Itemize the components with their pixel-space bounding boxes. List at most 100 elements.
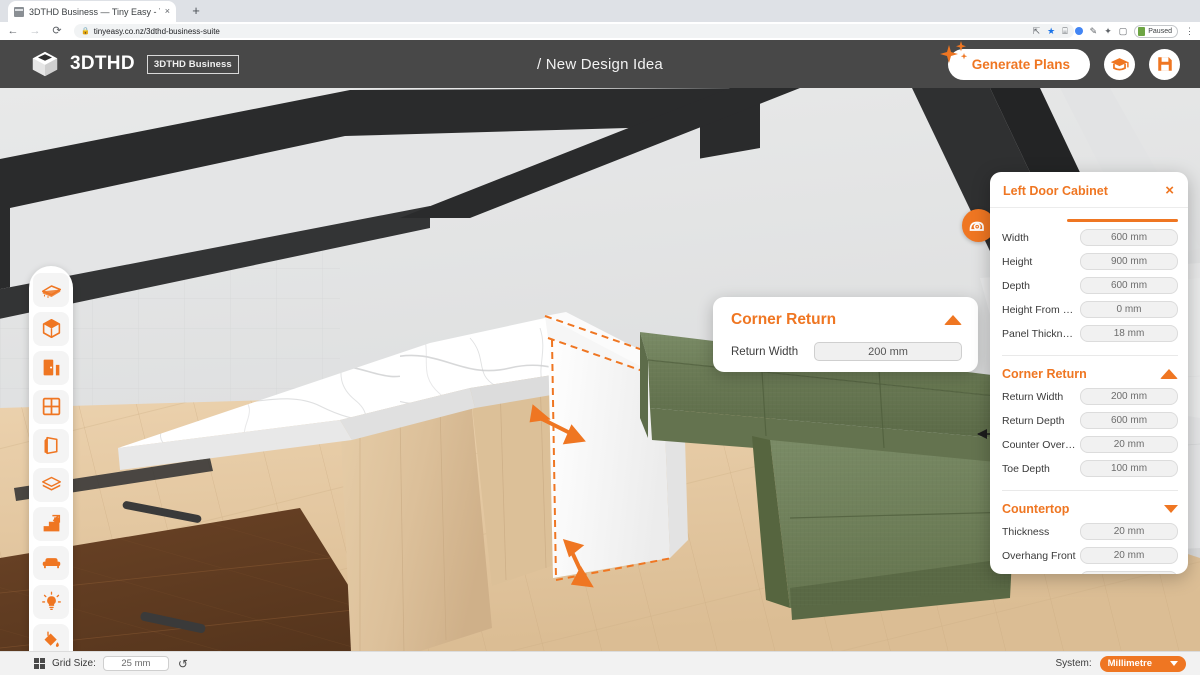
brand-name: 3DTHD	[70, 53, 135, 74]
section-expand-icon[interactable]	[1164, 505, 1178, 513]
clipped-active-row	[1002, 210, 1178, 222]
property-input-height[interactable]	[1080, 253, 1178, 270]
brand-badge: 3DTHD Business	[146, 54, 239, 74]
close-icon[interactable]: ×	[1164, 183, 1175, 198]
property-input-toe-depth[interactable]	[1080, 460, 1178, 477]
property-input-thickness[interactable]	[1080, 523, 1178, 540]
door-tool-button[interactable]	[33, 350, 69, 385]
sync-status-icon[interactable]	[1074, 27, 1083, 35]
learn-button[interactable]	[1104, 48, 1135, 80]
system-label: System:	[1055, 658, 1092, 669]
browser-menu-icon[interactable]: ⋮	[1185, 26, 1194, 36]
forward-icon[interactable]: →	[28, 24, 42, 38]
reload-icon[interactable]: ⟳	[50, 24, 64, 38]
property-row: Counter Overhang	[1002, 436, 1178, 453]
property-label: Thickness	[1002, 525, 1050, 538]
status-bar: Grid Size: ↺ System: Millimetre	[0, 651, 1200, 675]
property-label: Overhang Front	[1002, 549, 1076, 562]
lighting-tool-button[interactable]	[33, 584, 69, 619]
room-icon	[42, 318, 60, 339]
paint-tool-button[interactable]	[33, 623, 69, 651]
pencil-icon[interactable]: ✎	[1090, 26, 1098, 36]
unit-system-select[interactable]: Millimetre	[1099, 655, 1186, 672]
section-title: Corner Return	[1002, 367, 1087, 381]
property-label: Counter Overhang	[1002, 438, 1076, 451]
save-button[interactable]	[1149, 48, 1180, 80]
tape-measure-icon	[969, 221, 984, 231]
furniture-tool-button[interactable]	[33, 545, 69, 580]
address-bar[interactable]: 🔒 tinyeasy.co.nz/3dthd-business-suite	[74, 24, 1074, 38]
section-collapse-icon[interactable]	[1160, 369, 1178, 379]
close-tab-icon[interactable]: ×	[165, 7, 170, 16]
side-panel-icon[interactable]: ▢	[1119, 26, 1128, 36]
property-input-overhang-front[interactable]	[1080, 547, 1178, 564]
app-header: 3DTHD 3DTHD Business / New Design Idea G…	[0, 40, 1200, 88]
property-row: Height	[1002, 253, 1178, 270]
property-input-overhang-back[interactable]	[1080, 571, 1178, 574]
grid-size-label: Grid Size:	[52, 658, 96, 669]
property-input-depth[interactable]	[1080, 277, 1178, 294]
tab-title: 3DTHD Business — Tiny Easy - T	[29, 6, 160, 17]
property-row: Panel Thickness	[1002, 325, 1178, 342]
browser-tab[interactable]: 3DTHD Business — Tiny Easy - T ×	[8, 1, 176, 22]
property-row: Overhang Back	[1002, 571, 1178, 574]
property-label: Depth	[1002, 279, 1031, 292]
property-label: Height	[1002, 255, 1033, 268]
share-icon[interactable]: ⇱	[1033, 26, 1041, 36]
capture-icon[interactable]: ⌸	[1062, 26, 1067, 36]
property-input-width[interactable]	[1080, 229, 1178, 246]
property-input-counter-overhang[interactable]	[1080, 436, 1178, 453]
window-icon	[42, 397, 60, 416]
browser-actions: ⇱ ★ ⌸ ✎ ✦ ▢ Paused ⋮	[1033, 22, 1196, 40]
reset-grid-icon[interactable]: ↺	[176, 658, 190, 670]
sparkle-icon	[939, 40, 967, 63]
save-floppy-icon	[1157, 57, 1172, 71]
property-label: Height From Gro...	[1002, 303, 1076, 316]
properties-panel-header: Left Door Cabinet ×	[990, 172, 1188, 208]
section-title: Countertop	[1002, 502, 1070, 516]
wall-icon	[44, 436, 58, 455]
paused-indicator-icon	[1138, 26, 1146, 36]
property-label: Width	[1002, 231, 1029, 244]
lightbulb-icon	[41, 591, 61, 610]
property-row: Return Width	[1002, 388, 1178, 405]
property-input-return-width[interactable]	[1080, 388, 1178, 405]
property-label: Return Width	[1002, 390, 1064, 403]
app-root: 3DTHD Business — Tiny Easy - T × + ← → ⟳…	[0, 0, 1200, 675]
graduation-cap-icon	[1110, 57, 1129, 71]
tab-strip: 3DTHD Business — Tiny Easy - T × +	[0, 0, 1200, 22]
callout-header: Corner Return	[731, 311, 962, 329]
lock-icon: 🔒	[81, 27, 90, 35]
property-input-panel-thickness[interactable]	[1080, 325, 1178, 342]
countertop-group: Thickness Overhang Front Overhang Back O…	[1002, 523, 1178, 574]
properties-panel: Left Door Cabinet × Width Height Depth	[990, 172, 1188, 574]
surface-tool-button[interactable]	[33, 467, 69, 502]
callout-return-width-row: Return Width	[731, 342, 962, 361]
stairs-icon	[43, 514, 60, 532]
callout-title: Corner Return	[731, 311, 837, 328]
properties-panel-body[interactable]: Width Height Depth Height From Gro... Pa…	[990, 208, 1188, 574]
new-tab-button[interactable]: +	[188, 4, 204, 18]
stairs-tool-button[interactable]	[33, 506, 69, 541]
generate-plans-label: Generate Plans	[971, 56, 1070, 72]
window-tool-button[interactable]	[33, 389, 69, 424]
floor-tool-button[interactable]	[33, 272, 69, 307]
room-tool-button[interactable]	[33, 311, 69, 346]
property-input-return-depth[interactable]	[1080, 412, 1178, 429]
extensions-icon[interactable]: ✦	[1104, 26, 1112, 36]
wall-tool-button[interactable]	[33, 428, 69, 463]
tab-favicon-icon	[14, 6, 24, 17]
property-row: Depth	[1002, 277, 1178, 294]
section-header-countertop[interactable]: Countertop	[1002, 490, 1178, 516]
grid-size-input[interactable]	[102, 656, 169, 671]
back-icon[interactable]: ←	[6, 24, 20, 38]
callout-collapse-icon[interactable]	[944, 315, 962, 325]
brand-block: 3DTHD 3DTHD Business	[30, 50, 239, 78]
bookmark-star-icon[interactable]: ★	[1047, 26, 1055, 36]
grid-size-group: Grid Size: ↺	[34, 656, 190, 671]
section-header-corner-return[interactable]: Corner Return	[1002, 355, 1178, 381]
debugger-paused-badge[interactable]: Paused	[1134, 24, 1178, 38]
property-input-height-from-ground[interactable]	[1080, 301, 1178, 318]
generate-plans-button[interactable]: Generate Plans	[939, 40, 1090, 80]
callout-return-width-input[interactable]	[814, 342, 962, 361]
